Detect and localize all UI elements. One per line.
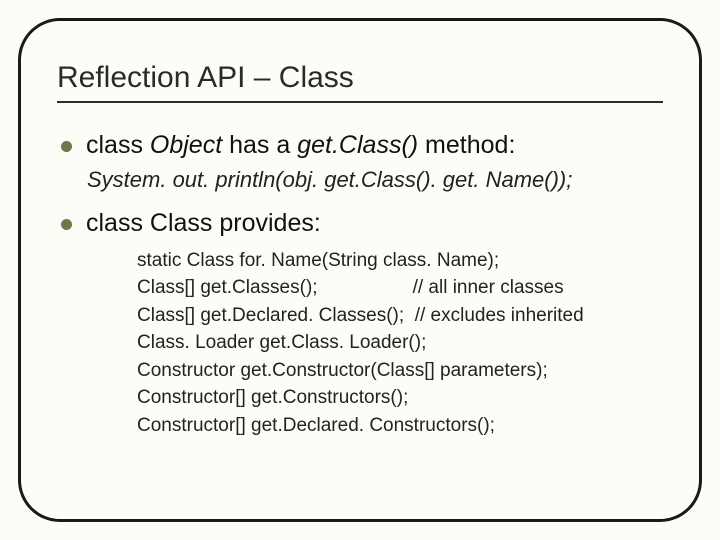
b1-mid: has a: [222, 131, 297, 159]
method-line-5: Constructor get.Constructor(Class[] para…: [137, 357, 663, 385]
b1-method: get.Class(): [297, 131, 418, 159]
b1-prefix: class: [86, 131, 150, 159]
method-line-3: Class[] get.Declared. Classes(); // excl…: [137, 302, 663, 330]
method-line-1: static Class for. Name(String class. Nam…: [137, 247, 663, 275]
bullet-2: class Class provides:: [61, 207, 663, 241]
b1-suffix: method:: [418, 131, 515, 159]
method-line-2: Class[] get.Classes(); // all inner clas…: [137, 274, 663, 302]
bullet-2-text: class Class provides:: [86, 207, 321, 241]
method-line-6: Constructor[] get.Constructors();: [137, 384, 663, 412]
bullet-1: class Object has a get.Class() method:: [61, 129, 663, 163]
bullet-1-subline: System. out. println(obj. get.Class(). g…: [87, 167, 663, 193]
b1-object: Object: [150, 131, 222, 159]
bullet-icon: [61, 219, 72, 230]
m2a: Class[] get.Classes();: [137, 277, 318, 298]
slide-title: Reflection API – Class: [57, 61, 663, 103]
bullet-icon: [61, 141, 72, 152]
method-line-4: Class. Loader get.Class. Loader();: [137, 329, 663, 357]
method-line-7: Constructor[] get.Declared. Constructors…: [137, 412, 663, 440]
method-list: static Class for. Name(String class. Nam…: [137, 247, 663, 440]
slide-frame: Reflection API – Class class Object has …: [18, 18, 702, 522]
m2b: // all inner classes: [413, 277, 564, 298]
bullet-1-text: class Object has a get.Class() method:: [86, 129, 515, 163]
